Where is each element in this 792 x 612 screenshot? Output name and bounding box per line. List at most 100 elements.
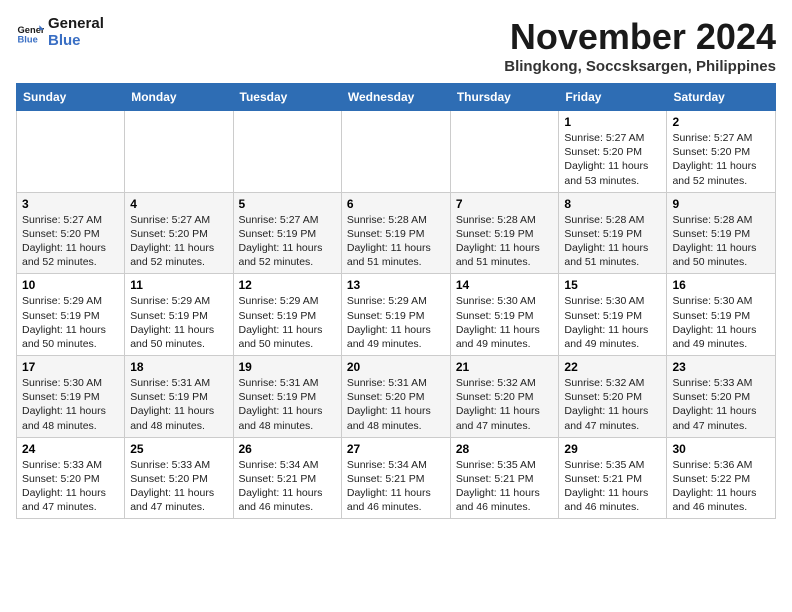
calendar-week-3: 10 Sunrise: 5:29 AMSunset: 5:19 PMDayligh…: [17, 274, 776, 356]
month-title: November 2024: [504, 16, 776, 58]
day-info: Sunrise: 5:29 AMSunset: 5:19 PMDaylight:…: [130, 295, 214, 350]
calendar-cell: [341, 111, 450, 193]
calendar-cell: 25Sunrise: 5:33 AMSunset: 5:20 PMDayligh…: [125, 437, 233, 519]
day-number: 1: [564, 115, 661, 129]
calendar-cell: 9 Sunrise: 5:28 AMSunset: 5:19 PMDaylight…: [667, 192, 776, 274]
day-info: Sunrise: 5:30 AMSunset: 5:19 PMDaylight:…: [672, 295, 756, 350]
day-number: 19: [239, 360, 336, 374]
day-number: 24: [22, 442, 119, 456]
svg-text:Blue: Blue: [18, 34, 38, 44]
day-info: Sunrise: 5:32 AMSunset: 5:20 PMDaylight:…: [564, 377, 648, 432]
day-info: Sunrise: 5:36 AMSunset: 5:22 PMDaylight:…: [672, 459, 756, 514]
day-info: Sunrise: 5:31 AMSunset: 5:19 PMDaylight:…: [239, 377, 323, 432]
day-number: 22: [564, 360, 661, 374]
day-info: Sunrise: 5:33 AMSunset: 5:20 PMDaylight:…: [130, 459, 214, 514]
day-info: Sunrise: 5:28 AMSunset: 5:19 PMDaylight:…: [347, 214, 431, 269]
logo: General Blue General Blue: [16, 16, 104, 49]
calendar-cell: 26Sunrise: 5:34 AMSunset: 5:21 PMDayligh…: [233, 437, 341, 519]
calendar-body: 1 Sunrise: 5:27 AMSunset: 5:20 PMDaylight…: [17, 111, 776, 519]
day-info: Sunrise: 5:28 AMSunset: 5:19 PMDaylight:…: [564, 214, 648, 269]
day-info: Sunrise: 5:27 AMSunset: 5:19 PMDaylight:…: [239, 214, 323, 269]
calendar-cell: 21 Sunrise: 5:32 AMSunset: 5:20 PMDayligh…: [450, 356, 559, 438]
calendar-week-4: 17 Sunrise: 5:30 AMSunset: 5:19 PMDayligh…: [17, 356, 776, 438]
logo-icon: General Blue: [16, 19, 44, 47]
day-number: 6: [347, 197, 445, 211]
calendar-cell: 13 Sunrise: 5:29 AMSunset: 5:19 PMDayligh…: [341, 274, 450, 356]
day-info: Sunrise: 5:32 AMSunset: 5:20 PMDaylight:…: [456, 377, 540, 432]
calendar-cell: 6 Sunrise: 5:28 AMSunset: 5:19 PMDaylight…: [341, 192, 450, 274]
calendar-cell: 8 Sunrise: 5:28 AMSunset: 5:19 PMDaylight…: [559, 192, 667, 274]
day-info: Sunrise: 5:29 AMSunset: 5:19 PMDaylight:…: [347, 295, 431, 350]
day-number: 13: [347, 278, 445, 292]
weekday-tuesday: Tuesday: [233, 84, 341, 111]
logo-line1: General: [48, 16, 104, 33]
day-number: 28: [456, 442, 554, 456]
day-number: 27: [347, 442, 445, 456]
calendar-cell: [450, 111, 559, 193]
calendar-cell: 7Sunrise: 5:28 AMSunset: 5:19 PMDaylight…: [450, 192, 559, 274]
location: Blingkong, Soccsksargen, Philippines: [504, 58, 776, 75]
day-info: Sunrise: 5:35 AMSunset: 5:21 PMDaylight:…: [456, 459, 540, 514]
calendar-cell: 15 Sunrise: 5:30 AMSunset: 5:19 PMDayligh…: [559, 274, 667, 356]
day-info: Sunrise: 5:34 AMSunset: 5:21 PMDaylight:…: [347, 459, 431, 514]
weekday-wednesday: Wednesday: [341, 84, 450, 111]
calendar-cell: 28 Sunrise: 5:35 AMSunset: 5:21 PMDayligh…: [450, 437, 559, 519]
day-number: 9: [672, 197, 770, 211]
weekday-header-row: SundayMondayTuesdayWednesdayThursdayFrid…: [17, 84, 776, 111]
calendar-cell: [233, 111, 341, 193]
day-number: 8: [564, 197, 661, 211]
calendar-week-5: 24 Sunrise: 5:33 AMSunset: 5:20 PMDayligh…: [17, 437, 776, 519]
day-number: 30: [672, 442, 770, 456]
day-number: 15: [564, 278, 661, 292]
day-info: Sunrise: 5:29 AMSunset: 5:19 PMDaylight:…: [239, 295, 323, 350]
calendar-cell: 10 Sunrise: 5:29 AMSunset: 5:19 PMDayligh…: [17, 274, 125, 356]
day-number: 21: [456, 360, 554, 374]
title-block: November 2024 Blingkong, Soccsksargen, P…: [504, 16, 776, 75]
calendar-cell: 22 Sunrise: 5:32 AMSunset: 5:20 PMDayligh…: [559, 356, 667, 438]
calendar-cell: 30 Sunrise: 5:36 AMSunset: 5:22 PMDayligh…: [667, 437, 776, 519]
calendar-cell: 14 Sunrise: 5:30 AMSunset: 5:19 PMDayligh…: [450, 274, 559, 356]
calendar-cell: 18Sunrise: 5:31 AMSunset: 5:19 PMDayligh…: [125, 356, 233, 438]
day-info: Sunrise: 5:31 AMSunset: 5:19 PMDaylight:…: [130, 377, 214, 432]
calendar-week-1: 1 Sunrise: 5:27 AMSunset: 5:20 PMDaylight…: [17, 111, 776, 193]
day-info: Sunrise: 5:30 AMSunset: 5:19 PMDaylight:…: [456, 295, 540, 350]
day-number: 10: [22, 278, 119, 292]
calendar-week-2: 3 Sunrise: 5:27 AMSunset: 5:20 PMDaylight…: [17, 192, 776, 274]
day-number: 3: [22, 197, 119, 211]
calendar-cell: [17, 111, 125, 193]
weekday-monday: Monday: [125, 84, 233, 111]
calendar-cell: [125, 111, 233, 193]
day-info: Sunrise: 5:28 AMSunset: 5:19 PMDaylight:…: [672, 214, 756, 269]
calendar-cell: 5Sunrise: 5:27 AMSunset: 5:19 PMDaylight…: [233, 192, 341, 274]
day-number: 11: [130, 278, 227, 292]
day-number: 17: [22, 360, 119, 374]
day-number: 12: [239, 278, 336, 292]
day-info: Sunrise: 5:30 AMSunset: 5:19 PMDaylight:…: [22, 377, 106, 432]
calendar-cell: 11 Sunrise: 5:29 AMSunset: 5:19 PMDayligh…: [125, 274, 233, 356]
calendar-cell: 4 Sunrise: 5:27 AMSunset: 5:20 PMDaylight…: [125, 192, 233, 274]
day-number: 23: [672, 360, 770, 374]
day-number: 4: [130, 197, 227, 211]
calendar-cell: 27 Sunrise: 5:34 AMSunset: 5:21 PMDayligh…: [341, 437, 450, 519]
day-number: 14: [456, 278, 554, 292]
calendar-cell: 12 Sunrise: 5:29 AMSunset: 5:19 PMDayligh…: [233, 274, 341, 356]
weekday-sunday: Sunday: [17, 84, 125, 111]
day-info: Sunrise: 5:31 AMSunset: 5:20 PMDaylight:…: [347, 377, 431, 432]
day-info: Sunrise: 5:28 AMSunset: 5:19 PMDaylight:…: [456, 214, 540, 269]
day-info: Sunrise: 5:29 AMSunset: 5:19 PMDaylight:…: [22, 295, 106, 350]
day-info: Sunrise: 5:30 AMSunset: 5:19 PMDaylight:…: [564, 295, 648, 350]
calendar-cell: 20 Sunrise: 5:31 AMSunset: 5:20 PMDayligh…: [341, 356, 450, 438]
day-info: Sunrise: 5:27 AMSunset: 5:20 PMDaylight:…: [672, 132, 756, 187]
weekday-saturday: Saturday: [667, 84, 776, 111]
day-info: Sunrise: 5:27 AMSunset: 5:20 PMDaylight:…: [130, 214, 214, 269]
calendar-cell: 3Sunrise: 5:27 AMSunset: 5:20 PMDaylight…: [17, 192, 125, 274]
calendar-cell: 2Sunrise: 5:27 AMSunset: 5:20 PMDaylight…: [667, 111, 776, 193]
calendar-cell: 29Sunrise: 5:35 AMSunset: 5:21 PMDayligh…: [559, 437, 667, 519]
page-header: General Blue General Blue November 2024 …: [16, 16, 776, 75]
calendar-table: SundayMondayTuesdayWednesdayThursdayFrid…: [16, 83, 776, 519]
calendar-cell: 19 Sunrise: 5:31 AMSunset: 5:19 PMDayligh…: [233, 356, 341, 438]
calendar-cell: 17 Sunrise: 5:30 AMSunset: 5:19 PMDayligh…: [17, 356, 125, 438]
day-number: 29: [564, 442, 661, 456]
day-number: 20: [347, 360, 445, 374]
calendar-cell: 23Sunrise: 5:33 AMSunset: 5:20 PMDayligh…: [667, 356, 776, 438]
